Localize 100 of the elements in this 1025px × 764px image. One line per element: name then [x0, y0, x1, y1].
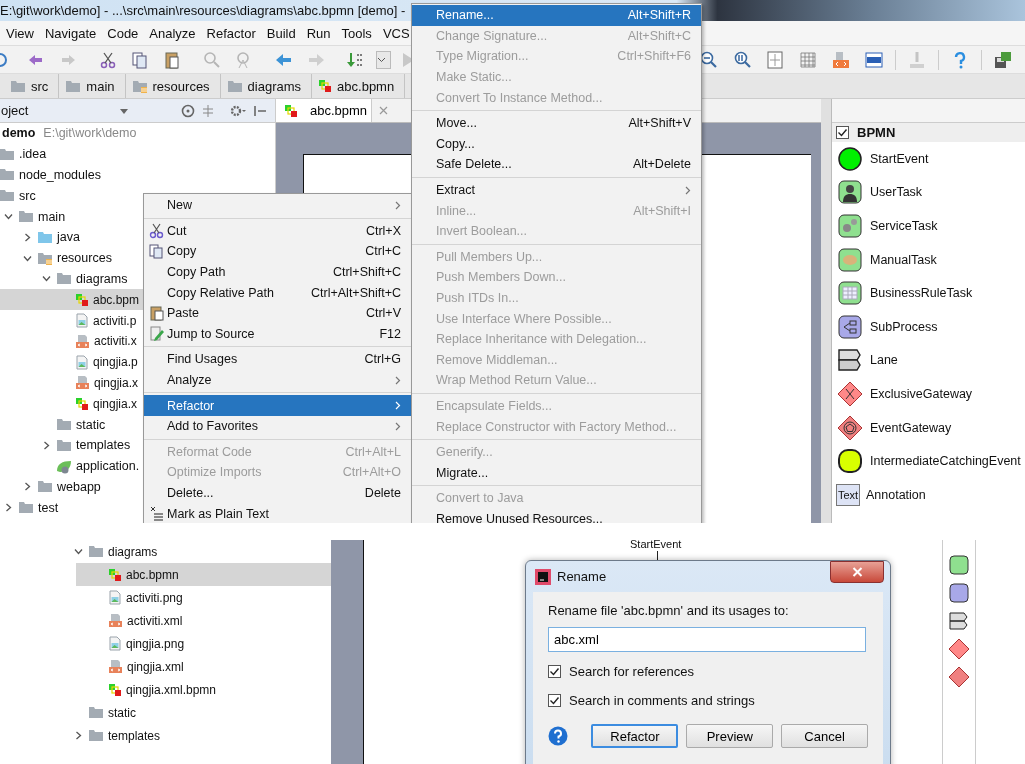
- palette-item[interactable]: Text Annotation: [832, 477, 1025, 512]
- menu-item[interactable]: Move... Alt+Shift+V: [412, 112, 701, 134]
- folder-icon: [88, 545, 104, 558]
- clipboard-icon: [149, 304, 165, 322]
- palette-item[interactable]: IntermediateCatchingEvent: [832, 444, 1025, 478]
- menu-bar-item[interactable]: Analyze: [149, 25, 196, 41]
- menu-item[interactable]: Migrate...: [412, 462, 701, 484]
- start-event-icon: [836, 144, 864, 173]
- menu-item[interactable]: Analyze: [144, 369, 411, 391]
- palette-item[interactable]: ExclusiveGateway: [832, 377, 1025, 411]
- tree-item[interactable]: activiti.xml: [76, 609, 331, 632]
- folder-icon: [56, 272, 72, 286]
- menu-bar-item[interactable]: VCS: [382, 25, 410, 41]
- dialog-button[interactable]: Preview: [686, 724, 774, 748]
- menu-item[interactable]: Extract: [412, 179, 701, 201]
- table-icon: [836, 279, 864, 308]
- image-file-icon: [108, 590, 122, 605]
- palette-item[interactable]: ManualTask: [832, 242, 1025, 277]
- menu-item[interactable]: New: [144, 195, 411, 216]
- folder-icon: [0, 168, 15, 182]
- menu-item[interactable]: Delete... Delete: [144, 482, 411, 504]
- chevron-down-icon: [377, 56, 386, 63]
- menu-item[interactable]: Mark as Plain Text: [144, 503, 411, 523]
- palette-item[interactable]: EventGateway: [832, 410, 1025, 445]
- menu-item[interactable]: Remove Unused Resources...: [412, 508, 701, 523]
- table-icon: [948, 554, 970, 576]
- tree-item[interactable]: templates: [76, 724, 331, 747]
- menu-item[interactable]: Copy...: [412, 133, 701, 155]
- pencil-page-icon: [149, 325, 165, 343]
- menu-bar-item[interactable]: Tools: [341, 25, 372, 41]
- close-button[interactable]: [830, 560, 884, 583]
- bpmn-file-icon: [75, 396, 89, 411]
- menu-bar-item[interactable]: Build: [266, 25, 296, 41]
- folder-icon: [0, 189, 15, 203]
- breadcrumb-item[interactable]: resources: [125, 74, 221, 98]
- menu-bar-item[interactable]: Refactor: [206, 25, 256, 41]
- menu-item[interactable]: Safe Delete... Alt+Delete: [412, 154, 701, 175]
- palette-item[interactable]: Lane: [832, 343, 1025, 378]
- dialog-prompt: Rename file 'abc.bpmn' and its usages to:: [548, 603, 790, 618]
- search-icon: [202, 49, 222, 70]
- breadcrumb-item[interactable]: abc.bpmn: [312, 74, 406, 98]
- menu-item[interactable]: Rename... Alt+Shift+R: [412, 5, 701, 26]
- palette-item[interactable]: BusinessRuleTask: [832, 276, 1025, 310]
- checkbox[interactable]: [836, 126, 849, 139]
- menu-bar-item[interactable]: View: [6, 25, 34, 41]
- dialog-button[interactable]: Cancel: [781, 724, 868, 748]
- checkbox[interactable]: [548, 664, 561, 678]
- export-icon: [907, 49, 927, 70]
- breadcrumb-item[interactable]: src: [4, 74, 60, 98]
- menu-bar-item[interactable]: Navigate: [44, 25, 97, 41]
- menu-item[interactable]: Jump to Source F12: [144, 323, 411, 345]
- folder-icon: [18, 501, 34, 515]
- menu-item[interactable]: Refactor: [144, 395, 411, 416]
- tree-item[interactable]: qingjia.xml: [76, 655, 331, 678]
- checkbox[interactable]: [548, 693, 561, 707]
- name-input[interactable]: abc.xml: [548, 627, 866, 652]
- collapse-all-icon: [201, 103, 215, 118]
- fit-icon: [765, 49, 785, 70]
- tree-item[interactable]: static: [76, 701, 331, 724]
- option-label: Search for references: [569, 663, 694, 679]
- tree-item[interactable]: .idea: [0, 143, 275, 165]
- leaf-file-icon: [56, 458, 72, 474]
- palette-item[interactable]: UserTask: [832, 175, 1025, 210]
- user-task-icon: [836, 178, 864, 207]
- tree-item[interactable]: qingjia.xml.bpmn: [76, 678, 331, 701]
- scrollbar[interactable]: [821, 99, 831, 523]
- subprocess-icon: [836, 312, 864, 341]
- folder-icon: [37, 251, 53, 265]
- bpmn-file-icon: [284, 103, 298, 118]
- folder-icon: [131, 79, 148, 93]
- menu-bar-item[interactable]: Run: [306, 25, 331, 41]
- palette-item[interactable]: SubProcess: [832, 309, 1025, 344]
- folder-icon: [37, 480, 53, 494]
- breadcrumb-item[interactable]: main: [59, 74, 126, 98]
- palette-item[interactable]: StartEvent: [832, 142, 1025, 176]
- palette-item[interactable]: ServiceTask: [832, 209, 1025, 243]
- pentagon-diamond-icon: [836, 413, 864, 442]
- xml-file-icon: [108, 613, 123, 628]
- tree-item[interactable]: abc.bpmn: [76, 563, 331, 586]
- tree-item[interactable]: qingjia.png: [76, 632, 331, 655]
- folder-icon: [226, 79, 243, 93]
- help-icon: [548, 726, 568, 746]
- menu-item[interactable]: Copy Ctrl+C: [144, 241, 411, 262]
- menu-item[interactable]: Find Usages Ctrl+G: [144, 349, 411, 370]
- scissors-icon: [149, 222, 165, 240]
- x-diamond-icon: [836, 379, 864, 408]
- copy-icon: [149, 243, 165, 260]
- menu-bar-item[interactable]: Code: [107, 25, 139, 41]
- tree-item[interactable]: activiti.png: [76, 586, 331, 609]
- menu-item[interactable]: Copy Path Ctrl+Shift+C: [144, 261, 411, 283]
- plain-text-icon: [149, 505, 165, 523]
- menu-item[interactable]: Add to Favorites: [144, 415, 411, 437]
- breadcrumb-item[interactable]: diagrams: [220, 74, 313, 98]
- menu-item[interactable]: Cut Ctrl+X: [144, 220, 411, 242]
- run-config-dropdown[interactable]: [376, 50, 391, 69]
- tree-item[interactable]: diagrams: [76, 540, 331, 563]
- tree-item[interactable]: node_modules: [0, 164, 275, 186]
- dialog-button[interactable]: Refactor: [591, 724, 679, 748]
- text-annotation-icon: Text: [836, 483, 860, 506]
- tree-item[interactable]: demo E:\git\work\demo: [0, 123, 275, 144]
